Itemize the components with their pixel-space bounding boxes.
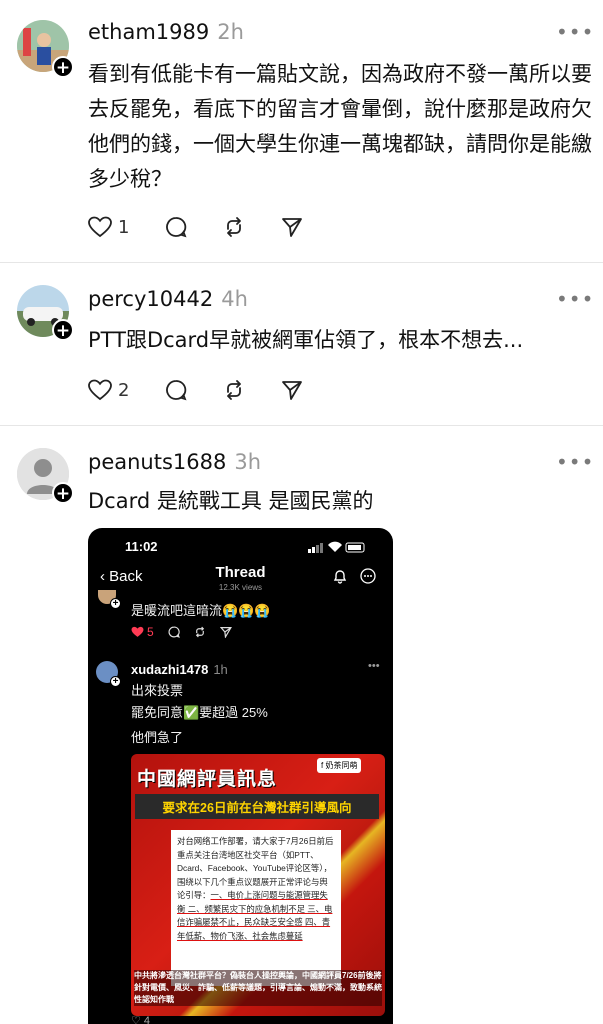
reply-time: 1h [213,662,228,677]
status-time: 11:02 [125,539,158,554]
reply-button[interactable] [165,216,187,238]
news-caption: 中共將滲透台灣社群平台？偽裝台人操控輿論，中國網評員7/26前後將針對電價、風災… [134,970,382,1006]
signal-wifi-battery-icon [308,541,365,553]
post-actions: 2 [88,379,339,401]
share-button[interactable] [281,216,303,238]
post-1: + etham1989 2h ••• 看到有低能卡有一篇貼文說，因為政府不發一萬所… [0,0,603,262]
more-options-icon[interactable]: ••• [556,450,594,474]
follow-plus-icon: + [110,676,121,687]
heart-icon [88,379,112,401]
heart-icon [88,216,112,238]
send-icon [282,381,303,400]
follow-plus-icon[interactable]: + [52,56,74,78]
post-header: peanuts1688 3h [88,450,261,474]
reply-line-3: 他們急了 [131,730,184,745]
news-source-badge: f 奶茶同萌 [317,758,362,773]
like-count: 4 [143,1015,151,1024]
like-count: 1 [118,216,130,238]
reply-line-1: 出來投票 [131,683,184,698]
post-2: + percy10442 4h ••• PTT跟Dcard早就被網軍佔領了，根本不… [0,263,603,425]
username[interactable]: peanuts1688 [88,450,226,474]
post-time: 2h [217,20,244,44]
comment-icon [168,626,180,638]
like-button[interactable]: 2 [88,379,129,401]
like-count: 5 [147,625,154,639]
heart-filled-icon [131,626,144,637]
more-options-icon: ••• [368,660,380,672]
post-header: percy10442 4h [88,287,248,311]
more-options-icon[interactable]: ••• [556,20,594,44]
comment-icon [166,380,187,401]
post-actions: 1 [88,216,339,238]
reply-button[interactable] [165,379,187,401]
notice-card: 对台网络工作部署，请大家于7月26日前后重点关注台湾地区社交平台（如PTT、Dc… [171,830,341,986]
repost-icon [227,380,242,400]
send-icon [282,218,303,237]
post-text: Dcard 是統戰工具 是國民黨的 [88,489,374,513]
more-options-icon[interactable]: ••• [556,287,594,311]
reply-header: xudazhi1478 1h [131,662,228,677]
bottom-actions: ♡ 4 [131,1014,150,1024]
like-count: 2 [118,379,130,401]
username[interactable]: etham1989 [88,20,209,44]
news-image: 中國網評員訊息 f 奶茶同萌 要求在26日前在台灣社群引導風向 对台网络工作部署… [131,754,385,1016]
post-time: 4h [221,287,248,311]
reply-username: xudazhi1478 [131,662,209,677]
follow-plus-icon: + [110,598,121,609]
more-circle-icon[interactable] [360,568,376,589]
comment-icon [166,217,187,238]
repost-icon [227,217,242,237]
post-text: 看到有低能卡有一篇貼文說，因為政府不發一萬所以要去反罷免，看底下的留言才會暈倒，… [88,62,592,191]
news-subheadline: 要求在26日前在台灣社群引導風向 [135,794,379,819]
prev-reply-actions: 5 [131,625,246,639]
news-headline: 中國網評員訊息 [137,769,278,790]
username[interactable]: percy10442 [88,287,213,311]
share-button[interactable] [281,379,303,401]
follow-plus-icon[interactable]: + [52,482,74,504]
post-text: PTT跟Dcard早就被網軍佔領了，根本不想去... [88,328,524,352]
repost-button[interactable] [223,379,245,401]
attached-screenshot[interactable]: 11:02 ‹ Back Thread 12.3K views + 是暖流吧這暗… [88,528,393,1024]
repost-button[interactable] [223,216,245,238]
like-button: 5 [131,625,154,639]
follow-plus-icon[interactable]: + [52,319,74,341]
post-time: 3h [234,450,262,474]
bell-icon[interactable] [332,568,348,589]
prev-reply-text: 是暖流吧這暗流😭😭😭 [131,603,271,618]
status-icons [308,540,368,558]
repost-icon [194,626,206,638]
send-icon [219,626,232,638]
reply-line-2: 罷免同意✅要超過 25% [131,705,268,720]
post-header: etham1989 2h [88,20,244,44]
like-button[interactable]: 1 [88,216,129,238]
